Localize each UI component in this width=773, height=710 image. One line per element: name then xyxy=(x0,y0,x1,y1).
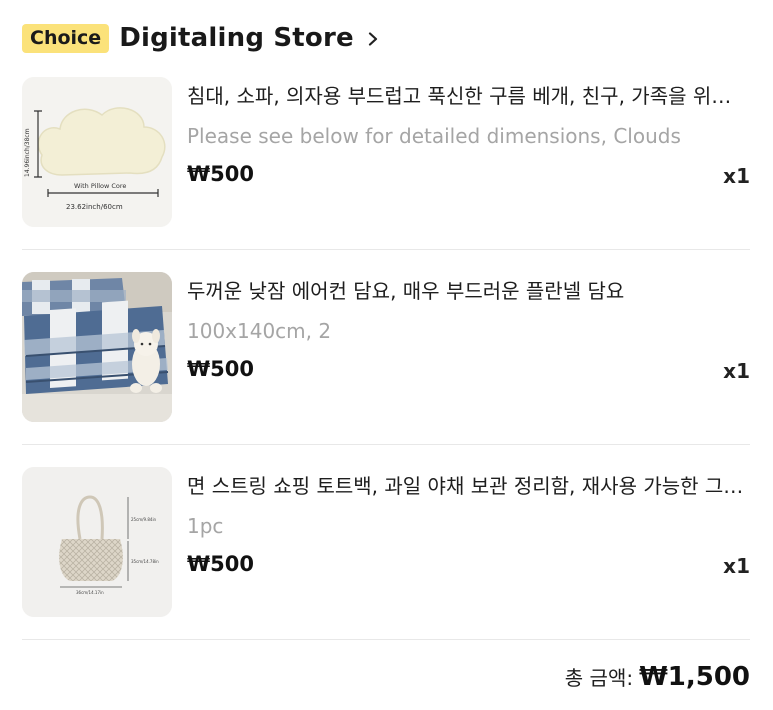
choice-badge: Choice xyxy=(22,23,110,53)
image-height-label: 14.96inch/38cm xyxy=(24,128,31,177)
image-width-label: 36cm/14.17in xyxy=(76,590,104,595)
item-title[interactable]: 침대, 소파, 의자용 부드럽고 푹신한 구름 베개, 친구, 가족을 위한 선… xyxy=(187,83,747,109)
image-core-label: With Pillow Core xyxy=(74,182,126,190)
image-width-label: 23.62inch/60cm xyxy=(66,203,123,211)
order-item[interactable]: 두꺼운 낮잠 에어컨 담요, 매우 부드러운 플란넬 담요 100x140cm,… xyxy=(22,272,750,422)
item-price: ₩500 xyxy=(187,552,254,576)
item-quantity: x1 xyxy=(723,359,750,383)
image-handle-label: 25cm/9.84in xyxy=(131,517,157,522)
store-name[interactable]: Digitaling Store xyxy=(119,23,354,53)
item-variant: 1pc xyxy=(187,514,224,538)
item-variant: Please see below for detailed dimensions… xyxy=(187,124,681,148)
item-divider xyxy=(22,249,750,250)
item-quantity: x1 xyxy=(723,554,750,578)
item-divider xyxy=(22,639,750,640)
item-quantity: x1 xyxy=(723,164,750,188)
product-image-blanket[interactable] xyxy=(22,272,172,422)
store-header[interactable]: Choice Digitaling Store xyxy=(22,18,380,58)
item-price: ₩500 xyxy=(187,162,254,186)
product-image-mesh-bag[interactable]: 25cm/9.84in 35cm/14.78in 36cm/14.17in xyxy=(22,467,172,617)
total-label: 총 금액: xyxy=(564,666,634,690)
total-value: ₩1,500 xyxy=(639,662,750,692)
order-total: 총 금액: ₩1,500 xyxy=(565,662,750,692)
item-price: ₩500 xyxy=(187,357,254,381)
product-image-cloud-pillow[interactable]: 14.96inch/38cm With Pillow Core 23.62inc… xyxy=(22,77,172,227)
image-body-label: 35cm/14.78in xyxy=(131,559,159,564)
chevron-right-icon[interactable] xyxy=(366,31,380,46)
order-item[interactable]: 14.96inch/38cm With Pillow Core 23.62inc… xyxy=(22,77,750,227)
item-variant: 100x140cm, 2 xyxy=(187,319,332,343)
item-title[interactable]: 두꺼운 낮잠 에어컨 담요, 매우 부드러운 플란넬 담요 xyxy=(187,278,747,304)
order-item[interactable]: 25cm/9.84in 35cm/14.78in 36cm/14.17in 면 … xyxy=(22,467,750,617)
order-store-section: Choice Digitaling Store 14.96inch/38cm W… xyxy=(0,0,773,710)
item-divider xyxy=(22,444,750,445)
item-title[interactable]: 면 스트링 쇼핑 토트백, 과일 야채 보관 정리함, 재사용 가능한 그물 가… xyxy=(187,473,747,499)
